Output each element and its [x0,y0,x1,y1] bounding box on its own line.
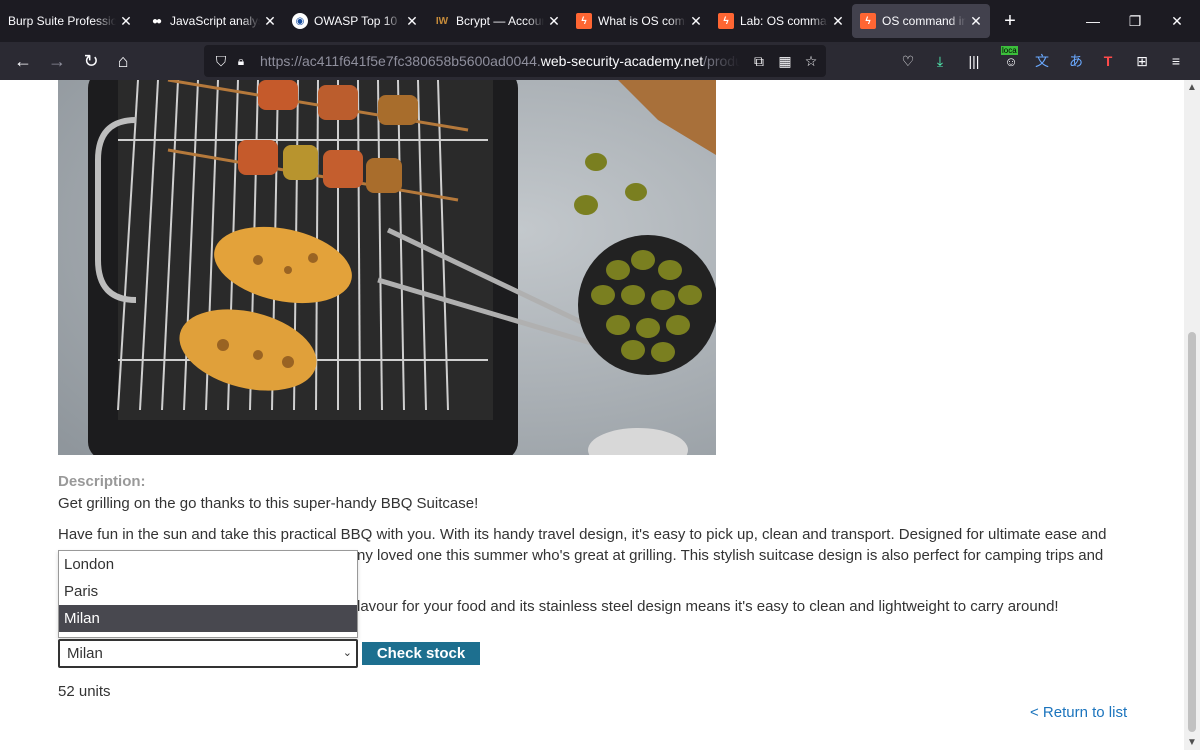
navigation-bar: ← → ↻ ⌂ ⛉ 🔒︎ https://ac411f641f5e7fc3806… [0,42,1200,80]
tab-bcrypt-account[interactable]: IW Bcrypt — Account ✕ [426,0,568,42]
store-select[interactable]: Milan ⌄ [58,639,358,668]
description-paragraph-1: Get grilling on the go thanks to this su… [58,495,479,512]
store-dropdown-list: London Paris Milan [58,550,358,638]
description-paragraph-2-line-2: ny loved one this summer who's great at … [357,547,1104,564]
back-arrow-icon[interactable]: ← [8,46,38,76]
page-scrollbar[interactable]: ▲ ▼ [1184,80,1200,750]
lock-icon[interactable]: 🔒︎ [232,54,250,69]
description-paragraph-2-line-1: Have fun in the sun and take this practi… [58,526,1107,543]
address-bar[interactable]: ⛉ 🔒︎ https://ac411f641f5e7fc380658b5600a… [204,45,826,77]
localhost-extension-icon[interactable]: loca ☺ [1000,46,1022,71]
language-extension-icon[interactable]: あ [1066,51,1086,71]
forward-arrow-icon[interactable]: → [42,46,72,76]
scroll-up-icon[interactable]: ▲ [1187,82,1197,93]
close-tab-icon[interactable]: ✕ [262,13,278,30]
owasp-icon: ◉ [292,13,308,29]
library-icon[interactable]: ||| [964,51,984,71]
close-tab-icon[interactable]: ✕ [118,13,134,30]
close-window-icon[interactable]: ✕ [1156,0,1198,42]
reload-icon[interactable]: ↻ [76,46,106,76]
tab-burp-suite[interactable]: Burp Suite Professiona ✕ [0,0,140,42]
translate-icon[interactable]: ⧉ [750,52,768,70]
tab-os-command-injection[interactable]: ϟ OS command inje ✕ [852,4,990,38]
medium-icon: ●● [151,15,162,27]
t-extension-icon[interactable]: T [1098,51,1118,71]
store-option-paris[interactable]: Paris [59,578,357,605]
tab-lab-os-command[interactable]: ϟ Lab: OS comman ✕ [710,0,852,42]
description-paragraph-3: lavour for your food and its stainless s… [357,598,1059,615]
home-icon[interactable]: ⌂ [108,46,138,76]
portswigger-icon: ϟ [576,13,592,29]
portswigger-icon: ϟ [860,13,876,29]
close-tab-icon[interactable]: ✕ [404,13,420,30]
pocket-icon[interactable]: ♡ [898,51,918,71]
qr-code-icon[interactable]: ▦ [776,52,794,70]
close-tab-icon[interactable]: ✕ [546,13,562,30]
extensions-grid-icon[interactable]: ⊞ [1132,51,1152,71]
store-option-milan[interactable]: Milan [59,605,357,632]
return-to-list-link[interactable]: < Return to list [1030,704,1127,721]
tab-what-is-os-command[interactable]: ϟ What is OS comm ✕ [568,0,710,42]
tab-bar: Burp Suite Professiona ✕ ●● JavaScript a… [0,0,1200,42]
minimize-icon[interactable]: — [1072,0,1114,42]
iw-icon: IW [435,15,449,27]
tab-javascript-analysis[interactable]: ●● JavaScript analysis ✕ [140,0,284,42]
tracking-shield-icon[interactable]: ⛉ [210,53,232,70]
download-icon[interactable]: ⤓ [930,51,950,71]
close-tab-icon[interactable]: ✕ [688,13,704,30]
description-label: Description: [58,473,146,490]
restore-icon[interactable]: ❐ [1114,0,1156,42]
stock-result: 52 units [58,683,111,700]
scroll-down-icon[interactable]: ▼ [1187,737,1197,748]
bookmark-star-icon[interactable]: ☆ [802,52,820,70]
menu-icon[interactable]: ≡ [1166,51,1186,71]
tab-owasp-top-10[interactable]: ◉ OWASP Top 10 for ✕ [284,0,426,42]
new-tab-button[interactable]: + [990,0,1030,42]
close-tab-icon[interactable]: ✕ [968,13,984,30]
store-option-london[interactable]: London [59,551,357,578]
url-text[interactable]: https://ac411f641f5e7fc380658b5600ad0044… [260,53,740,69]
page-content: Description: Get grilling on the go than… [0,80,1184,750]
check-stock-button[interactable]: Check stock [362,642,480,665]
product-image [58,80,716,455]
close-tab-icon[interactable]: ✕ [830,13,846,30]
chevron-down-icon: ⌄ [342,647,352,659]
translate-extension-icon[interactable]: 文 [1032,51,1052,71]
scrollbar-thumb[interactable] [1188,332,1196,732]
portswigger-icon: ϟ [718,13,734,29]
